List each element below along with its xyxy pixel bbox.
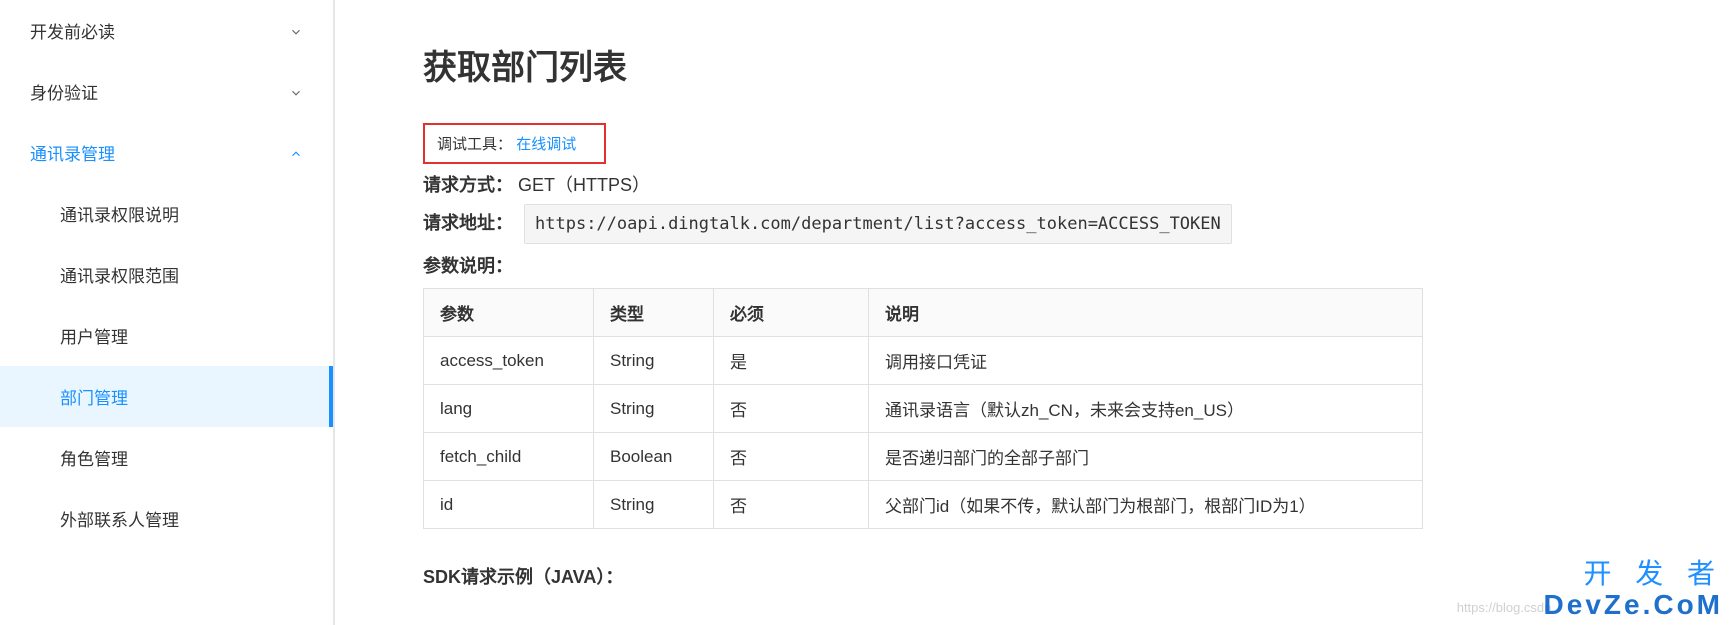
- td-param: fetch_child: [424, 433, 594, 481]
- td-param: id: [424, 481, 594, 529]
- sidebar-sub-perm-desc[interactable]: 通讯录权限说明: [0, 183, 333, 244]
- watermark-line2: DevZe.CoM: [1544, 590, 1723, 621]
- method-value: GET（HTTPS）: [518, 175, 650, 195]
- td-type: String: [594, 481, 714, 529]
- url-label: 请求地址：: [423, 213, 513, 233]
- sidebar-sub-user-mgmt[interactable]: 用户管理: [0, 305, 333, 366]
- th-desc: 说明: [869, 289, 1423, 337]
- td-desc: 父部门id（如果不传，默认部门为根部门，根部门ID为1）: [869, 481, 1423, 529]
- params-table: 参数 类型 必须 说明 access_token String 是 调用接口凭证…: [423, 288, 1423, 529]
- params-label: 参数说明：: [423, 252, 1735, 278]
- sidebar-item-label: 通讯录权限说明: [60, 206, 179, 225]
- request-url-row: 请求地址： https://oapi.dingtalk.com/departme…: [423, 204, 1735, 244]
- td-param: lang: [424, 385, 594, 433]
- sidebar-item-label: 部门管理: [60, 389, 128, 408]
- sidebar-item-label: 用户管理: [60, 328, 128, 347]
- url-value: https://oapi.dingtalk.com/department/lis…: [524, 204, 1232, 244]
- sidebar-item-label: 通讯录权限范围: [60, 267, 179, 286]
- main-content: 获取部门列表 调试工具： 在线调试 请求方式： GET（HTTPS） 请求地址：…: [335, 0, 1735, 625]
- sidebar-item-label: 角色管理: [60, 450, 128, 469]
- sidebar-item-label: 通讯录管理: [30, 140, 115, 165]
- sidebar-item-dev-guide[interactable]: 开发前必读: [0, 0, 333, 61]
- request-method-row: 请求方式： GET（HTTPS）: [423, 168, 1735, 202]
- faint-watermark: https://blog.csdn.: [1457, 600, 1555, 615]
- chevron-down-icon: [289, 85, 303, 99]
- td-required: 否: [714, 385, 869, 433]
- td-type: String: [594, 337, 714, 385]
- td-required: 是: [714, 337, 869, 385]
- sidebar-sub-role-mgmt[interactable]: 角色管理: [0, 427, 333, 488]
- td-desc: 是否递归部门的全部子部门: [869, 433, 1423, 481]
- sidebar-item-contacts[interactable]: 通讯录管理: [0, 122, 333, 183]
- td-required: 否: [714, 433, 869, 481]
- debug-label: 调试工具：: [437, 136, 512, 153]
- table-header-row: 参数 类型 必须 说明: [424, 289, 1423, 337]
- td-desc: 通讯录语言（默认zh_CN，未来会支持en_US）: [869, 385, 1423, 433]
- method-label: 请求方式：: [423, 175, 513, 195]
- th-required: 必须: [714, 289, 869, 337]
- td-desc: 调用接口凭证: [869, 337, 1423, 385]
- td-required: 否: [714, 481, 869, 529]
- th-type: 类型: [594, 289, 714, 337]
- debug-link[interactable]: 在线调试: [516, 136, 576, 153]
- th-param: 参数: [424, 289, 594, 337]
- sdk-example-label: SDK请求示例（JAVA）：: [423, 563, 1735, 589]
- sidebar-sub-perm-scope[interactable]: 通讯录权限范围: [0, 244, 333, 305]
- debug-tool-row: 调试工具： 在线调试: [423, 123, 606, 164]
- sidebar-item-label: 身份验证: [30, 79, 98, 104]
- sidebar-item-auth[interactable]: 身份验证: [0, 61, 333, 122]
- chevron-up-icon: [289, 146, 303, 160]
- td-type: String: [594, 385, 714, 433]
- td-type: Boolean: [594, 433, 714, 481]
- sidebar-item-label: 外部联系人管理: [60, 511, 179, 530]
- table-row: lang String 否 通讯录语言（默认zh_CN，未来会支持en_US）: [424, 385, 1423, 433]
- sidebar-item-label: 开发前必读: [30, 18, 115, 43]
- page-title: 获取部门列表: [423, 40, 1735, 89]
- sidebar-sub-dept-mgmt[interactable]: 部门管理: [0, 366, 333, 427]
- sidebar-sub-ext-contact[interactable]: 外部联系人管理: [0, 488, 333, 549]
- chevron-down-icon: [289, 24, 303, 38]
- table-row: id String 否 父部门id（如果不传，默认部门为根部门，根部门ID为1）: [424, 481, 1423, 529]
- td-param: access_token: [424, 337, 594, 385]
- sidebar: 开发前必读 身份验证 通讯录管理 通讯录权限说明 通讯录权限范围 用户管理 部门…: [0, 0, 335, 625]
- table-row: fetch_child Boolean 否 是否递归部门的全部子部门: [424, 433, 1423, 481]
- table-row: access_token String 是 调用接口凭证: [424, 337, 1423, 385]
